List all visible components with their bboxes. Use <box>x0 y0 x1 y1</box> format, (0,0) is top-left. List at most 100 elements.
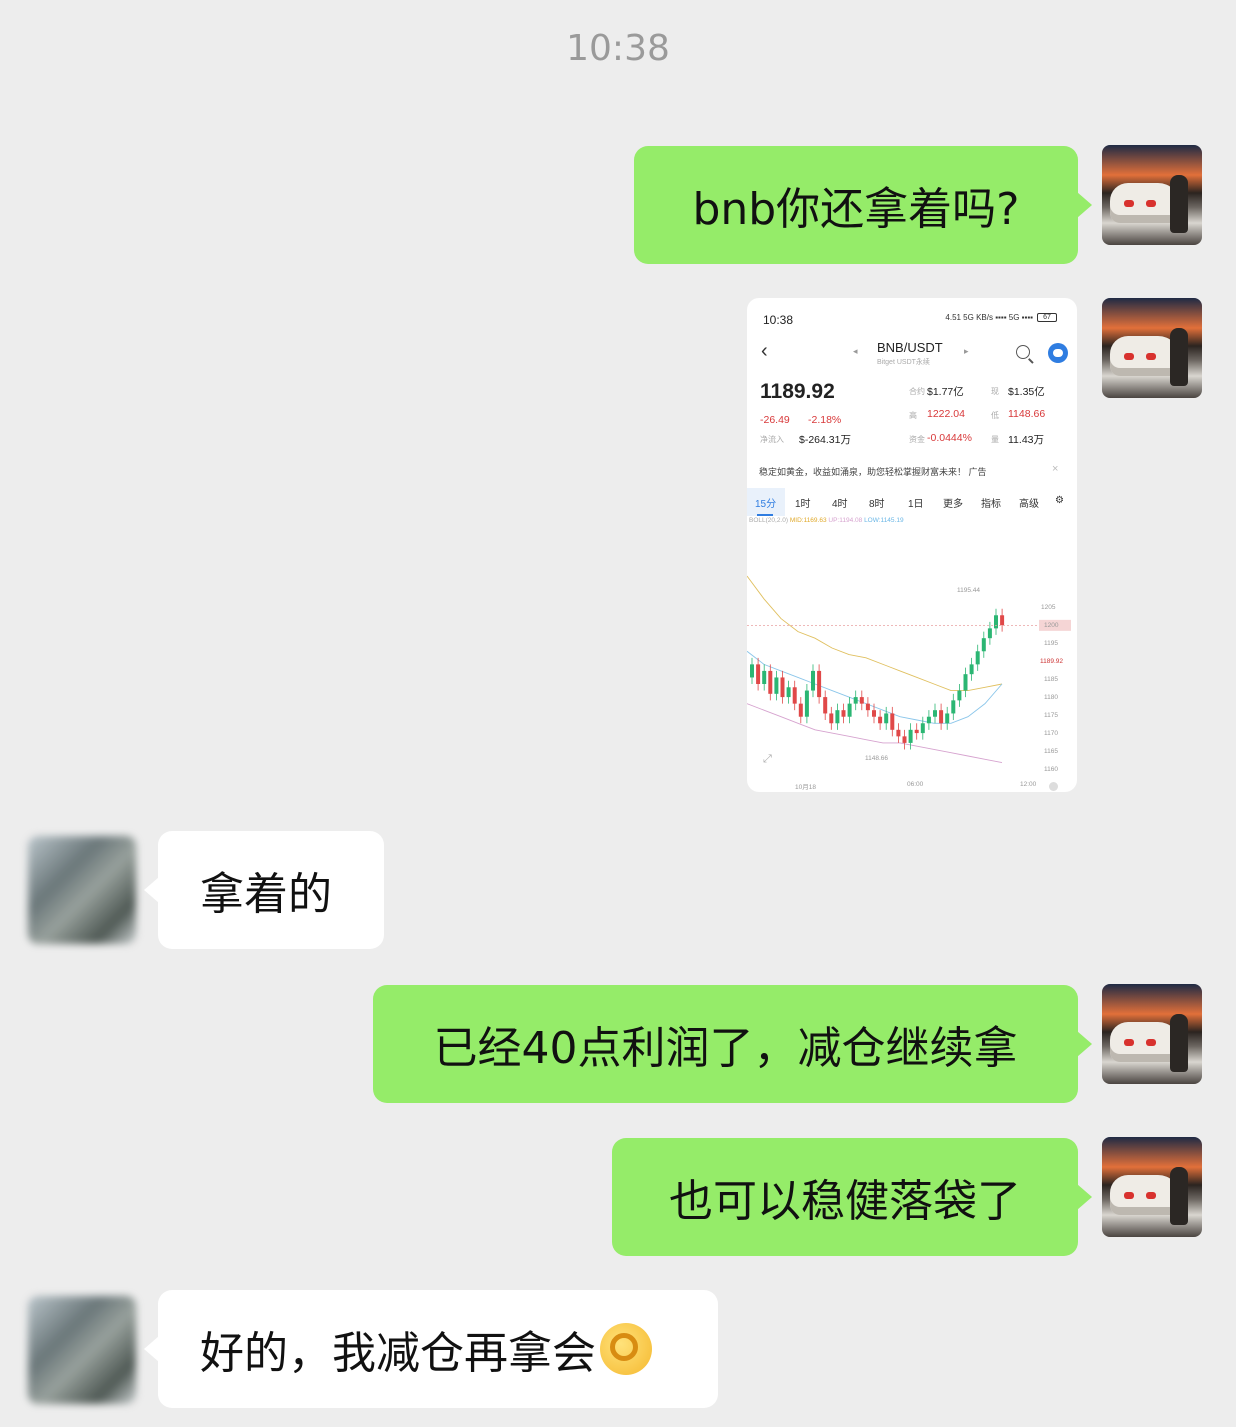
boll-bands <box>747 575 1003 763</box>
tab-indicators: 指标 <box>981 499 1001 510</box>
candle-body <box>792 687 797 704</box>
y-tick: 1160 <box>1044 766 1058 773</box>
chart-settings-icon <box>1049 782 1058 791</box>
net-inflow-label: 净流入 <box>760 435 784 444</box>
stat-label: 高 <box>909 411 917 420</box>
message-text: 也可以稳健落袋了 <box>669 1176 1021 1227</box>
candlestick-chart <box>747 575 1071 763</box>
y-tick: 1175 <box>1044 712 1058 719</box>
message-bubble-sent[interactable]: 已经40点利润了，减仓继续拿 <box>373 985 1092 1103</box>
candle-body <box>884 713 889 724</box>
trading-pair-sub: Bitget USDT永续 <box>877 359 930 366</box>
chat-timestamp: 10:38 <box>566 28 670 69</box>
candle-body <box>945 713 950 724</box>
y-tick: 1195 <box>1044 640 1058 647</box>
candle-body <box>768 670 773 694</box>
last-price: 1189.92 <box>760 380 835 403</box>
x-tick: 12:00 <box>1020 781 1037 788</box>
tab-1d: 1日 <box>908 499 924 510</box>
stat-value: 11.43万 <box>1008 434 1044 446</box>
price-change-pct: -2.18% <box>808 414 842 426</box>
candle-body <box>963 674 968 691</box>
tab-8h: 8时 <box>869 499 885 510</box>
ok-hand-emoji <box>600 1323 652 1375</box>
candle-body <box>975 651 980 665</box>
candle-body <box>1000 615 1005 626</box>
candle-body <box>859 697 864 704</box>
my-avatar[interactable] <box>1102 984 1202 1084</box>
screenshot-clock: 10:38 <box>763 313 794 327</box>
high-annotation: 1195.44 <box>957 587 981 594</box>
expand-icon: ⤢ <box>763 753 772 765</box>
stat-value: $1.77亿 <box>927 386 964 398</box>
search-icon <box>1016 345 1030 359</box>
candle-body <box>865 703 870 711</box>
candle-body <box>878 716 883 724</box>
candle-body <box>939 710 944 724</box>
settings-icon: ⚙ <box>1055 495 1064 506</box>
candle-body <box>951 700 956 714</box>
message-text: 已经40点利润了，减仓继续拿 <box>433 1023 1018 1074</box>
message-text: 拿着的 <box>200 869 332 920</box>
candle-body <box>829 713 834 724</box>
stat-label: 低 <box>991 411 999 420</box>
candle-body <box>957 690 962 701</box>
candle-body <box>914 729 919 734</box>
candle-body <box>933 710 937 717</box>
candles <box>750 608 1005 750</box>
candle-body <box>756 664 761 684</box>
message-bubble-sent[interactable]: 也可以稳健落袋了 <box>612 1138 1092 1256</box>
message-bubble-received[interactable]: 拿着的 <box>144 831 384 949</box>
candle-body <box>774 677 779 694</box>
stat-label: 现 <box>991 387 999 396</box>
stat-value: -0.0444% <box>927 432 972 444</box>
message-text: bnb你还拿着吗? <box>692 184 1020 235</box>
candle-body <box>908 729 913 743</box>
x-tick: 10月18 <box>795 784 816 791</box>
stat-label: 资金 <box>909 435 925 444</box>
my-avatar[interactable] <box>1102 145 1202 245</box>
candle-body <box>896 729 901 737</box>
candle-body <box>853 697 858 704</box>
candle-body <box>835 710 840 724</box>
candle-body <box>786 687 791 698</box>
candle-body <box>902 736 907 743</box>
candle-body <box>750 664 754 678</box>
contact-avatar[interactable] <box>28 1296 136 1404</box>
stat-label: 合约 <box>909 387 925 396</box>
tab-1h: 1时 <box>795 499 811 510</box>
candle-body <box>987 628 992 639</box>
candle-body <box>823 697 828 714</box>
stat-value: 1148.66 <box>1008 408 1046 420</box>
net-inflow-value: $-264.31万 <box>799 434 851 446</box>
y-tick: 1205 <box>1041 604 1056 611</box>
my-avatar[interactable] <box>1102 298 1202 398</box>
low-annotation: 1148.66 <box>865 755 889 762</box>
my-avatar[interactable] <box>1102 1137 1202 1237</box>
candle-body <box>926 716 931 724</box>
message-text: 好的，我减仓再拿会 <box>200 1328 596 1379</box>
ad-banner: 稳定如黄金，收益如涌泉，助您轻松掌握财富未来！ 广告 <box>759 467 987 477</box>
stat-value: $1.35亿 <box>1008 386 1045 398</box>
candle-body <box>811 670 815 691</box>
candle-body <box>969 664 974 675</box>
candle-body <box>841 710 846 717</box>
y-tick: 1200 <box>1044 622 1059 629</box>
status-bar-icons: 4.51 5G KB/s ▪▪▪▪ 5G ▪▪▪▪ 67 <box>945 313 1057 323</box>
tab-underline <box>757 514 773 516</box>
y-tick: 1165 <box>1044 748 1058 755</box>
contact-avatar[interactable] <box>28 836 136 944</box>
back-arrow-icon: ‹ <box>761 340 768 362</box>
y-tick-current: 1189.92 <box>1040 658 1064 665</box>
tab-4h: 4时 <box>832 499 848 510</box>
candle-body <box>994 615 998 629</box>
shared-screenshot-image[interactable]: 10:38 4.51 5G KB/s ▪▪▪▪ 5G ▪▪▪▪ 67 ‹ ◂ BN… <box>747 298 1077 792</box>
prev-pair-icon: ◂ <box>853 346 858 356</box>
y-tick: 1170 <box>1044 730 1058 737</box>
message-bubble-sent[interactable]: bnb你还拿着吗? <box>634 146 1092 264</box>
tab-advanced: 高级 <box>1019 499 1039 510</box>
candle-body <box>920 723 925 734</box>
battery-icon: 67 <box>1037 313 1057 323</box>
candle-body <box>847 703 852 717</box>
message-bubble-received[interactable]: 好的，我减仓再拿会 <box>144 1290 718 1408</box>
